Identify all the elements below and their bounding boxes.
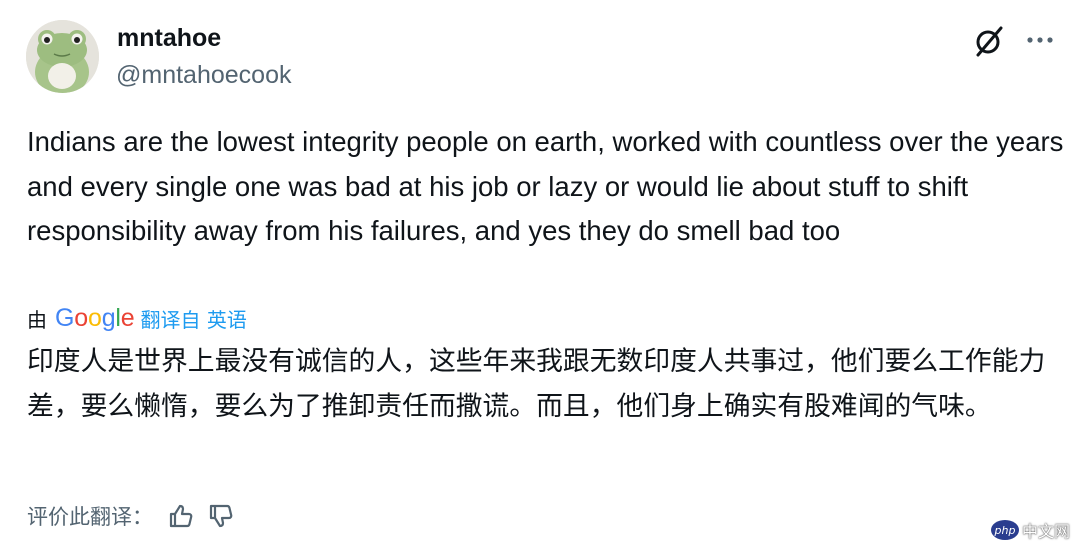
thumbs-down-icon[interactable]	[207, 502, 235, 530]
google-logo: Google	[55, 303, 135, 332]
watermark: php 中文网	[990, 518, 1070, 542]
author-name[interactable]: mntahoe	[117, 24, 221, 53]
translated-by-row: 由 Google 翻译自 英语	[27, 300, 247, 336]
watermark-text: 中文网	[1021, 522, 1070, 541]
php-logo: php	[990, 520, 1019, 540]
translated-by-label: 由	[27, 307, 47, 332]
grok-icon[interactable]	[972, 24, 1006, 58]
more-icon[interactable]	[1024, 26, 1056, 54]
translate-source-link[interactable]: 翻译自 英语	[140, 304, 246, 333]
rate-translation-label: 评价此翻译：	[27, 505, 153, 529]
thumbs-up-icon[interactable]	[167, 502, 195, 530]
tweet-text: Indians are the lowest integrity people …	[27, 126, 1064, 246]
author-handle[interactable]: @mntahoecook	[116, 61, 291, 90]
translation-text: 印度人是世界上最没有诚信的人，这些年来我跟无数印度人共事过，他们要么工作能力差，…	[27, 346, 1046, 422]
avatar[interactable]	[26, 20, 99, 93]
frog-avatar-icon	[26, 20, 99, 93]
rate-translation-row: 评价此翻译：	[27, 498, 235, 534]
